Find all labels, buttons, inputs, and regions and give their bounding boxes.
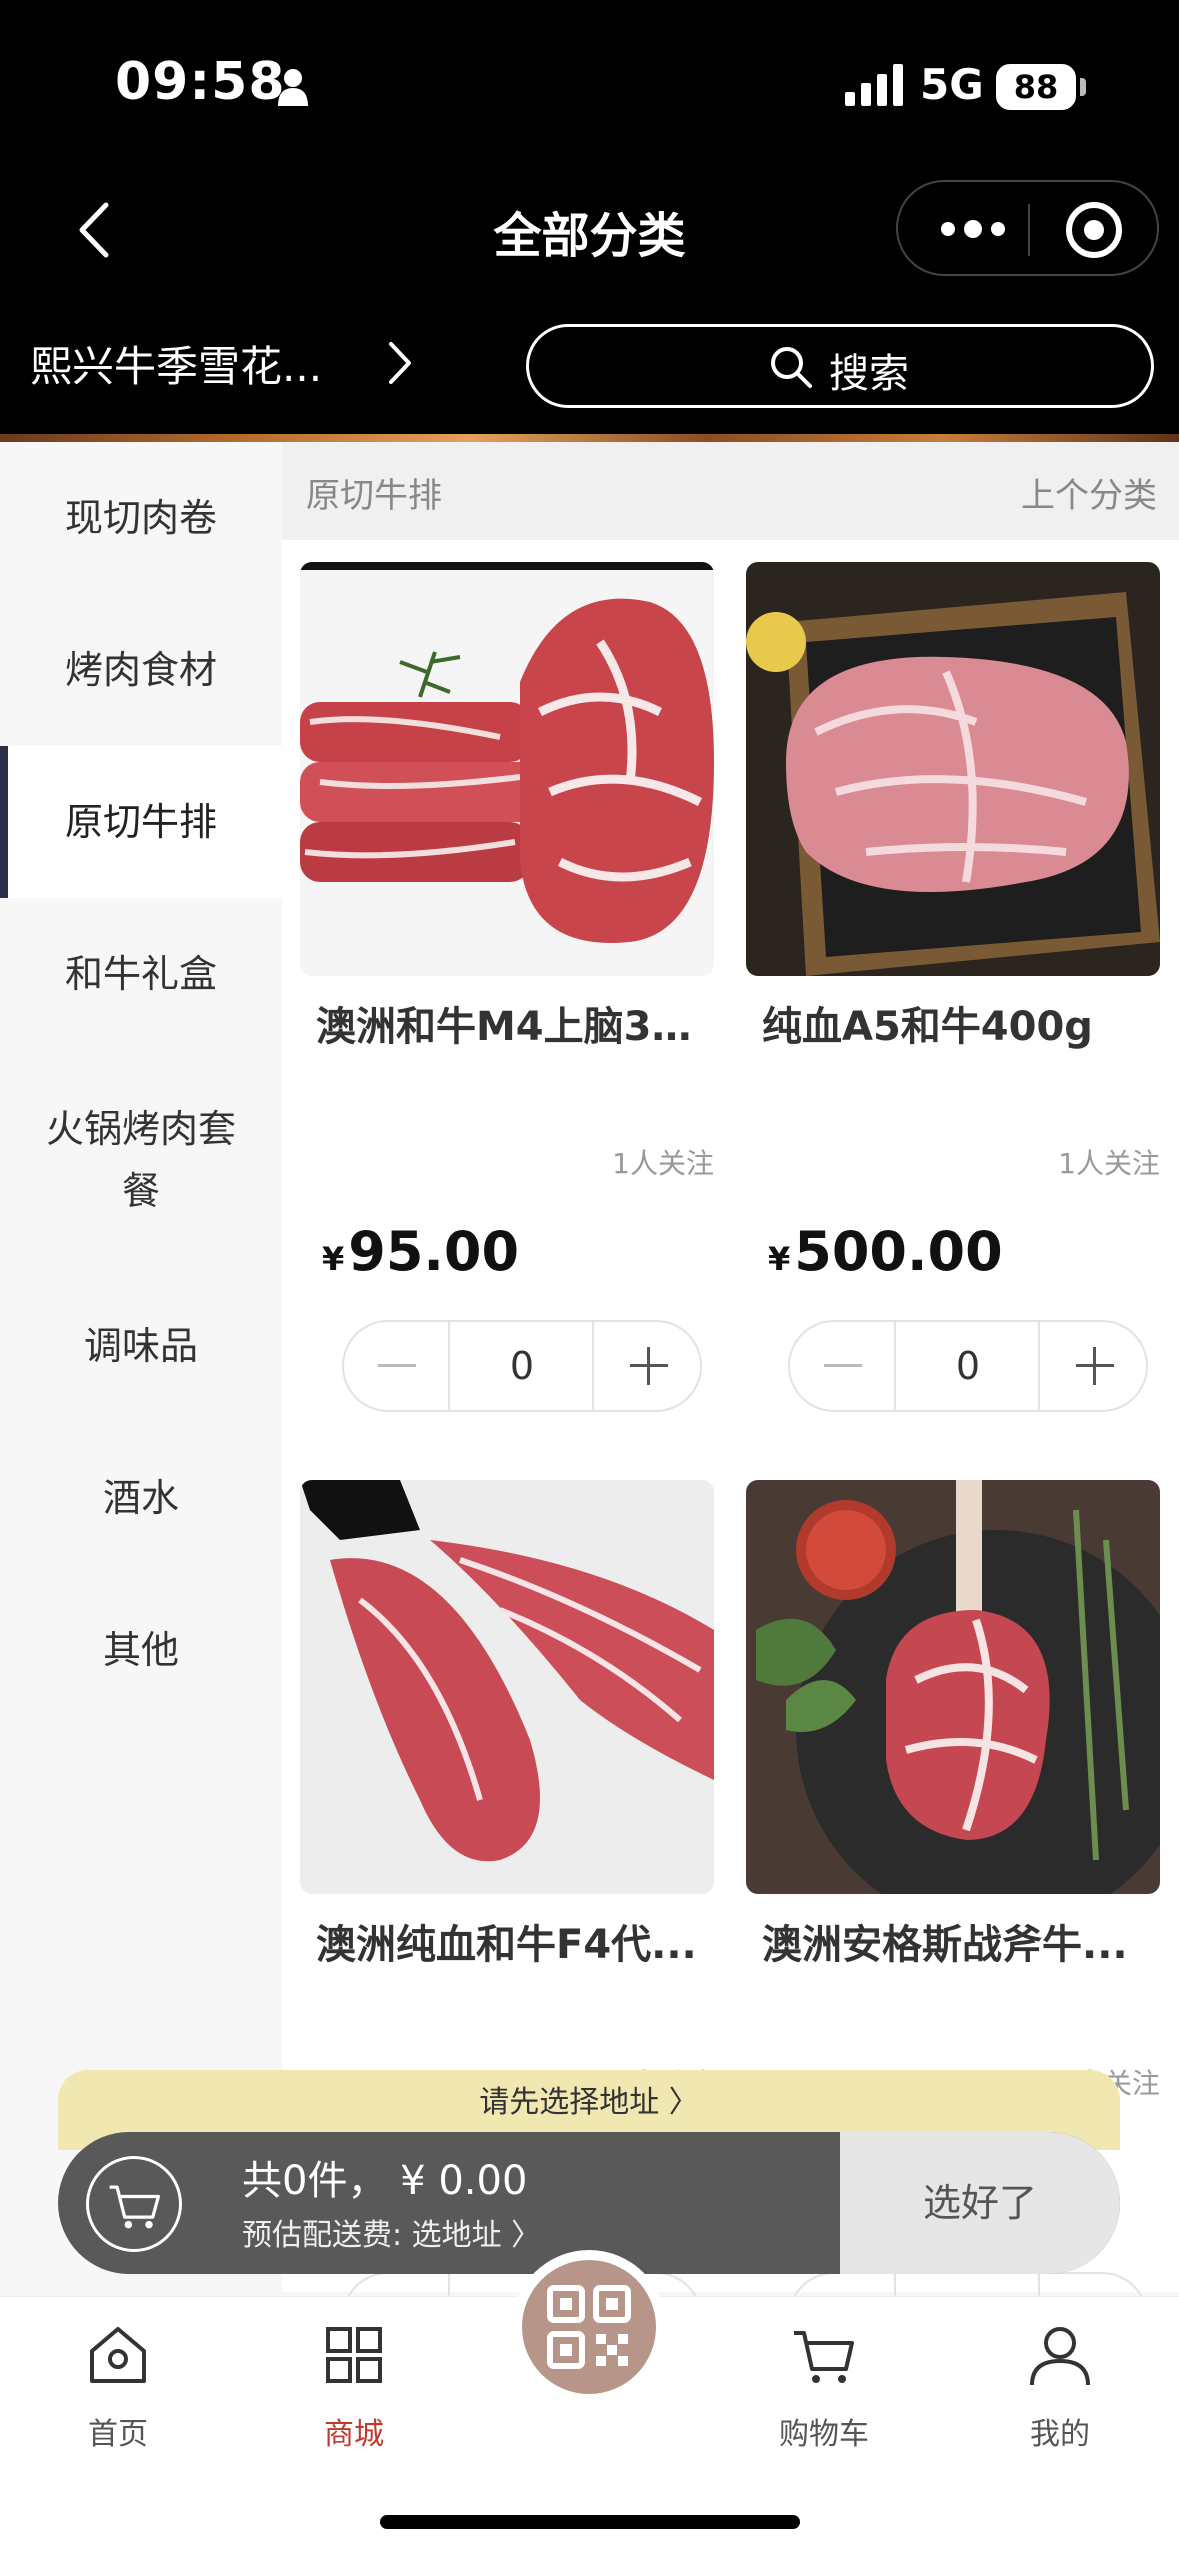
- product-area: 原切牛排 上个分类 澳洲和牛M4上脑35... 1人关注 ¥95.00 0 纯血…: [282, 442, 1179, 2364]
- sidebar-item-steak[interactable]: 原切牛排: [0, 746, 282, 898]
- currency-symbol: ¥: [322, 1240, 345, 1278]
- quantity-value[interactable]: 0: [896, 1322, 1040, 1410]
- decrease-button[interactable]: [790, 1322, 896, 1410]
- cart-button[interactable]: [86, 2156, 182, 2252]
- cart-summary: 共0件， ¥ 0.00: [242, 2158, 528, 2204]
- follow-count: 1人关注: [612, 1147, 714, 1180]
- scan-button[interactable]: [512, 2250, 666, 2404]
- cart-icon: [794, 2331, 854, 2383]
- battery-indicator: 88: [996, 64, 1076, 110]
- tab-label: 我的: [1030, 2417, 1090, 2452]
- quantity-stepper: 0: [342, 1320, 702, 1412]
- sidebar-item-bbq-ingredients[interactable]: 烤肉食材: [0, 594, 282, 746]
- home-indicator: [380, 2515, 800, 2529]
- tab-home[interactable]: 首页: [38, 2319, 198, 2453]
- increase-button[interactable]: [592, 1322, 700, 1410]
- price-value: 95.00: [348, 1220, 520, 1283]
- product-price: ¥500.00: [768, 1220, 1003, 1283]
- sidebar-item-label: 调味品: [83, 1324, 198, 1368]
- more-icon[interactable]: [938, 214, 1008, 244]
- close-miniprogram-icon[interactable]: [1066, 202, 1122, 258]
- person-icon: [278, 69, 308, 106]
- section-title: 原切牛排: [306, 476, 442, 516]
- sidebar-item-label: 酒水: [102, 1476, 179, 1520]
- quantity-stepper: 0: [788, 1320, 1148, 1412]
- product-name: 澳洲安格斯战斧牛...: [762, 1922, 1128, 1968]
- follow-count: 1人关注: [1058, 1147, 1160, 1180]
- product-image: [746, 1480, 1160, 1894]
- sidebar-item-seasoning[interactable]: 调味品: [0, 1270, 282, 1422]
- active-indicator: [0, 746, 8, 898]
- signal-icon: [845, 64, 903, 106]
- previous-category-link[interactable]: 上个分类: [1021, 468, 1157, 517]
- tab-label: 首页: [88, 2417, 148, 2452]
- product-price: ¥95.00: [322, 1220, 519, 1283]
- product-name: 澳洲和牛M4上脑35...: [316, 1004, 714, 1050]
- product-image: [746, 562, 1160, 976]
- price-value: 500.00: [794, 1220, 1003, 1283]
- section-header: 原切牛排 上个分类: [282, 442, 1179, 540]
- cart-icon: [109, 2185, 161, 2229]
- qr-scan-icon: [547, 2285, 631, 2369]
- product-card[interactable]: 纯血A5和牛400g 1人关注 ¥500.00 0: [746, 562, 1160, 1432]
- product-image: [300, 1480, 714, 1894]
- chevron-right-icon[interactable]: [385, 338, 415, 388]
- quantity-value[interactable]: 0: [450, 1322, 594, 1410]
- search-icon: [771, 347, 812, 388]
- sidebar-item-label: 烤肉食材: [64, 648, 217, 692]
- search-label: 搜索: [829, 351, 909, 397]
- category-sidebar: 现切肉卷 烤肉食材 原切牛排 和牛礼盒 火锅烤肉套餐 调味品 酒水 其他: [0, 442, 282, 1742]
- product-card[interactable]: 澳洲纯血和牛F4代... 1人关注: [300, 1480, 714, 2100]
- tab-label: 商城: [324, 2417, 384, 2452]
- sidebar-item-other[interactable]: 其他: [0, 1574, 282, 1726]
- sidebar-item-label: 原切牛排: [64, 800, 217, 844]
- confirm-button[interactable]: 选好了: [840, 2132, 1120, 2274]
- battery-tip: [1080, 78, 1086, 96]
- product-name: 澳洲纯血和牛F4代...: [316, 1922, 697, 1968]
- increase-button[interactable]: [1038, 1322, 1146, 1410]
- sidebar-item-drinks[interactable]: 酒水: [0, 1422, 282, 1574]
- sidebar-item-label: 火锅烤肉套餐: [45, 1107, 236, 1213]
- miniprogram-capsule: [896, 180, 1159, 276]
- product-card[interactable]: 澳洲安格斯战斧牛... 1人关注: [746, 1480, 1160, 2100]
- tab-cart[interactable]: 购物车: [744, 2319, 904, 2453]
- sidebar-item-hotpot-set[interactable]: 火锅烤肉套餐: [0, 1050, 282, 1270]
- grid-icon: [326, 2327, 382, 2383]
- network-type: 5G: [920, 60, 984, 109]
- status-time: 09:58: [115, 52, 286, 112]
- tab-profile[interactable]: 我的: [980, 2319, 1140, 2453]
- sidebar-item-label: 现切肉卷: [64, 496, 217, 540]
- product-image: [300, 562, 714, 976]
- product-name: 纯血A5和牛400g: [762, 1004, 1093, 1050]
- banner-strip: [0, 434, 1179, 442]
- capsule-divider: [1028, 204, 1030, 256]
- sidebar-item-wagyu-gift-box[interactable]: 和牛礼盒: [0, 898, 282, 1050]
- scan-button-inner: [522, 2260, 656, 2394]
- search-bar[interactable]: 搜索: [526, 324, 1154, 408]
- user-icon: [1030, 2327, 1090, 2386]
- store-name[interactable]: 熙兴牛季雪花...: [30, 333, 340, 394]
- decrease-button[interactable]: [344, 1322, 450, 1410]
- currency-symbol: ¥: [768, 1240, 791, 1278]
- product-card[interactable]: 澳洲和牛M4上脑35... 1人关注 ¥95.00 0: [300, 562, 714, 1432]
- top-header: 09:58 5G 88 全部分类 熙兴牛季雪花... 搜索: [0, 0, 1179, 440]
- home-icon: [90, 2327, 146, 2383]
- sidebar-item-label: 和牛礼盒: [64, 952, 217, 996]
- sidebar-item-label: 其他: [102, 1628, 179, 1672]
- tab-label: 购物车: [779, 2417, 869, 2452]
- delivery-fee[interactable]: 预估配送费: 选地址 〉: [242, 2210, 541, 2254]
- tab-mall[interactable]: 商城: [274, 2319, 434, 2453]
- sidebar-item-meat-rolls[interactable]: 现切肉卷: [0, 442, 282, 594]
